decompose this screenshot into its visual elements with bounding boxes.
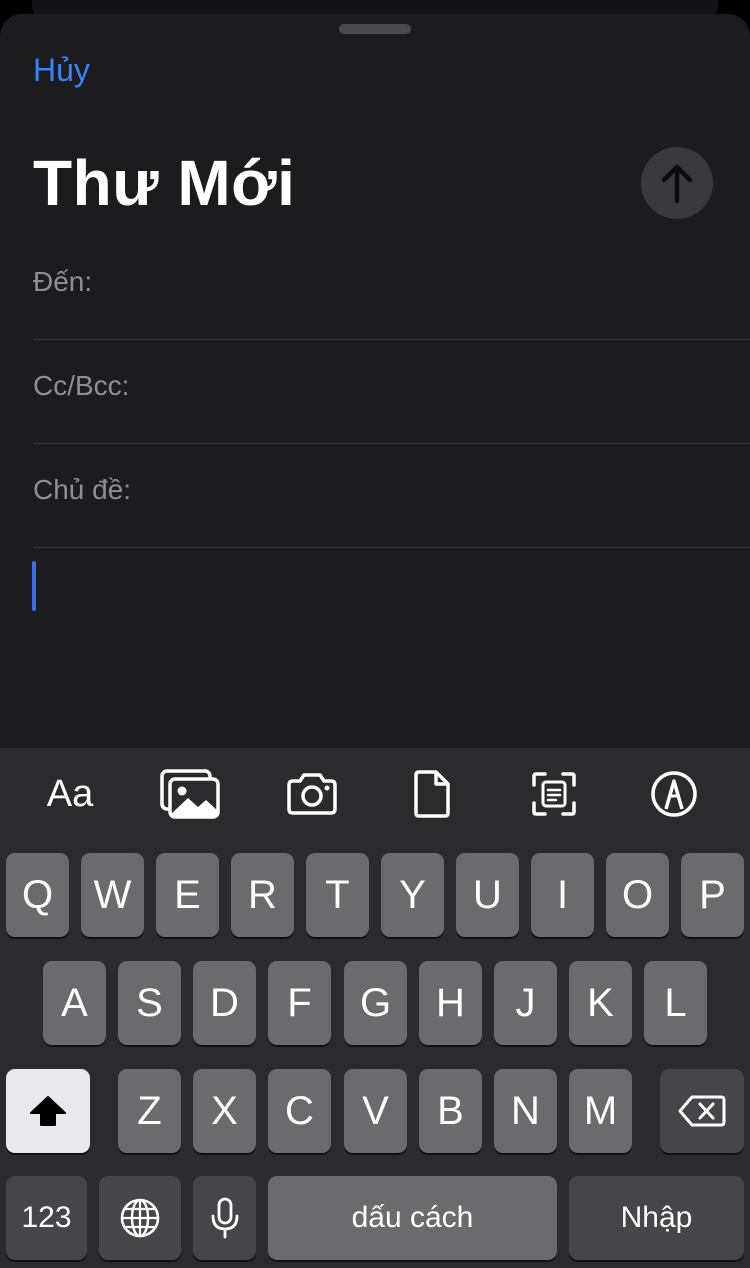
key-r[interactable]: R [231, 853, 294, 937]
key-a[interactable]: A [43, 961, 106, 1045]
key-y[interactable]: Y [381, 853, 444, 937]
send-button[interactable] [641, 147, 713, 219]
microphone-icon [211, 1197, 238, 1239]
scan-document-button[interactable] [530, 764, 578, 824]
key-m[interactable]: M [569, 1069, 632, 1153]
key-l[interactable]: L [644, 961, 707, 1045]
attach-document-button[interactable] [410, 764, 454, 824]
key-d[interactable]: D [193, 961, 256, 1045]
camera-icon [287, 773, 337, 815]
key-o[interactable]: O [606, 853, 669, 937]
body-text-caret[interactable] [32, 561, 36, 611]
format-toolbar: Aa [0, 748, 750, 844]
key-p[interactable]: P [681, 853, 744, 937]
key-t[interactable]: T [306, 853, 369, 937]
delete-key[interactable] [660, 1069, 744, 1153]
camera-button[interactable] [284, 764, 340, 824]
key-k[interactable]: K [569, 961, 632, 1045]
format-button[interactable]: Aa [40, 764, 100, 824]
key-v[interactable]: V [344, 1069, 407, 1153]
subject-label: Chủ đề: [33, 474, 132, 505]
key-x[interactable]: X [193, 1069, 256, 1153]
photo-library-button[interactable] [160, 764, 220, 824]
key-q[interactable]: Q [6, 853, 69, 937]
cc-bcc-label: Cc/Bcc: [33, 370, 130, 401]
page-title: Thư Mới [33, 147, 296, 219]
key-h[interactable]: H [419, 961, 482, 1045]
backspace-icon [678, 1095, 726, 1127]
key-b[interactable]: B [419, 1069, 482, 1153]
key-s[interactable]: S [118, 961, 181, 1045]
photo-library-icon [160, 769, 220, 819]
dictation-key[interactable] [193, 1176, 256, 1260]
to-field[interactable]: Đến: [33, 236, 750, 340]
markup-icon [651, 771, 697, 817]
key-w[interactable]: W [81, 853, 144, 937]
markup-button[interactable] [648, 764, 700, 824]
key-j[interactable]: J [494, 961, 557, 1045]
key-u[interactable]: U [456, 853, 519, 937]
sheet-grabber[interactable] [339, 24, 411, 34]
return-key[interactable]: Nhập [569, 1176, 744, 1260]
subject-field[interactable]: Chủ đề: [33, 444, 750, 548]
globe-key[interactable] [99, 1176, 181, 1260]
shift-key[interactable] [6, 1069, 90, 1153]
shift-icon [30, 1096, 66, 1126]
key-f[interactable]: F [268, 961, 331, 1045]
document-icon [414, 770, 450, 818]
arrow-up-icon [661, 164, 693, 204]
key-e[interactable]: E [156, 853, 219, 937]
keyboard: Aa Q W E R T Y U I O P A S D F G H J K L… [0, 748, 750, 1268]
key-z[interactable]: Z [118, 1069, 181, 1153]
cc-bcc-field[interactable]: Cc/Bcc: [33, 340, 750, 444]
to-label: Đến: [33, 266, 93, 297]
key-g[interactable]: G [344, 961, 407, 1045]
numbers-key[interactable]: 123 [6, 1176, 87, 1260]
key-c[interactable]: C [268, 1069, 331, 1153]
key-n[interactable]: N [494, 1069, 557, 1153]
cancel-button[interactable]: Hủy [33, 52, 90, 89]
scan-document-icon [532, 772, 576, 816]
globe-icon [120, 1198, 160, 1238]
key-i[interactable]: I [531, 853, 594, 937]
space-key[interactable]: dấu cách [268, 1176, 557, 1260]
